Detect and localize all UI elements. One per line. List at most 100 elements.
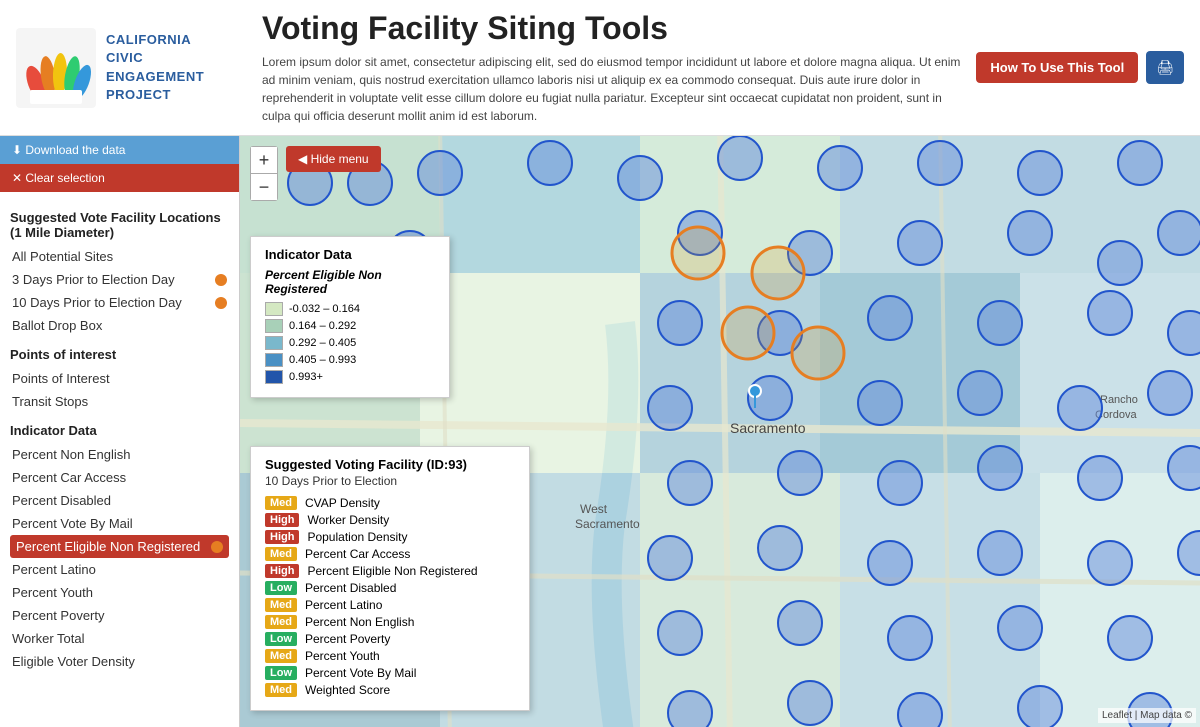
facility-metric-label: Percent Car Access [305, 547, 410, 561]
active-dot [211, 541, 223, 553]
indicator-items: Percent Non EnglishPercent Car AccessPer… [10, 443, 229, 673]
download-button[interactable]: ⬇ Download the data [0, 136, 239, 164]
legend-swatch [265, 319, 283, 333]
facility-metric-row: Med Percent Car Access [265, 547, 515, 561]
facility-badge-med: Med [265, 649, 297, 663]
legend-label: 0.292 – 0.405 [289, 337, 356, 349]
facility-popup: Suggested Voting Facility (ID:93) 10 Day… [250, 446, 530, 711]
clear-button[interactable]: ✕ Clear selection [0, 164, 239, 192]
facility-badge-med: Med [265, 496, 297, 510]
legend-swatch [265, 370, 283, 384]
indicator-data-popup: Indicator Data Percent Eligible Non Regi… [250, 236, 450, 398]
sidebar-indicator-worker-total[interactable]: Worker Total [10, 627, 229, 650]
zoom-out-button[interactable]: − [251, 174, 277, 200]
svg-text:Sacramento: Sacramento [730, 420, 806, 436]
sidebar-nav-all-potential[interactable]: All Potential Sites [10, 245, 229, 268]
facility-badge-low: Low [265, 632, 297, 646]
map-attribution: Leaflet | Map data © [1098, 708, 1196, 723]
facility-metric-label: Weighted Score [305, 683, 390, 697]
facility-popup-title: Suggested Voting Facility (ID:93) [265, 457, 515, 472]
legend-swatch [265, 302, 283, 316]
sidebar-indicator-pct-latino[interactable]: Percent Latino [10, 558, 229, 581]
facility-metric-row: LowPercent Disabled [265, 581, 515, 595]
facility-badge-high: High [265, 564, 299, 578]
facility-metric-label: Population Density [307, 530, 407, 544]
active-dot [215, 297, 227, 309]
suggested-title: Suggested Vote Facility Locations (1 Mil… [10, 210, 229, 240]
facility-rows: Med CVAP Density High Worker Density High Pop… [265, 496, 515, 697]
sidebar-nav-3-days[interactable]: 3 Days Prior to Election Day [10, 268, 229, 291]
facility-badge-med: Med [265, 683, 297, 697]
sidebar-indicator-pct-disabled[interactable]: Percent Disabled [10, 489, 229, 512]
facility-badge-high: High [265, 513, 299, 527]
facility-metric-row: Med Percent Non English [265, 615, 515, 629]
facility-badge-low: Low [265, 666, 297, 680]
print-button[interactable]: 🖨 [1146, 51, 1184, 84]
svg-text:Rancho: Rancho [1100, 394, 1138, 406]
svg-text:Sacramento: Sacramento [575, 517, 640, 531]
sidebar-indicator-pct-eligible[interactable]: Percent Eligible Non Registered [10, 535, 229, 558]
facility-metric-label: Percent Latino [305, 598, 382, 612]
facility-metric-row: High Percent Eligible Non Registered [265, 564, 515, 578]
facility-metric-label: Percent Eligible Non Registered [307, 564, 477, 578]
facility-metric-row: Med CVAP Density [265, 496, 515, 510]
legend-row: 0.993+ [265, 370, 435, 384]
facility-metric-label: CVAP Density [305, 496, 380, 510]
poi-items: Points of InterestTransit Stops [10, 367, 229, 413]
legend-row: 0.164 – 0.292 [265, 319, 435, 333]
legend-label: 0.164 – 0.292 [289, 320, 356, 332]
sidebar-indicator-pct-non-english[interactable]: Percent Non English [10, 443, 229, 466]
zoom-controls: + − [250, 146, 278, 201]
sidebar-poi-poi[interactable]: Points of Interest [10, 367, 229, 390]
app-title: Voting Facility Siting Tools [262, 10, 960, 47]
legend-label: 0.993+ [289, 371, 323, 383]
poi-title: Points of interest [10, 347, 229, 362]
legend-row: 0.405 – 0.993 [265, 353, 435, 367]
facility-badge-med: Med [265, 615, 297, 629]
facility-metric-label: Percent Non English [305, 615, 414, 629]
logo-area: California Civic Engagement Project [16, 28, 246, 108]
facility-metric-label: Percent Disabled [305, 581, 396, 595]
facility-badge-med: Med [265, 598, 297, 612]
facility-metric-label: Percent Poverty [305, 632, 390, 646]
sidebar-indicator-pct-poverty[interactable]: Percent Poverty [10, 604, 229, 627]
facility-metric-label: Percent Vote By Mail [305, 666, 416, 680]
legend-row: -0.032 – 0.164 [265, 302, 435, 316]
sidebar-content: Suggested Vote Facility Locations (1 Mil… [0, 192, 239, 681]
map-area[interactable]: Sacramento West Sacramento Rancho Cordov… [240, 136, 1200, 727]
legend-row: 0.292 – 0.405 [265, 336, 435, 350]
hide-menu-button[interactable]: ◀ Hide menu [286, 146, 381, 172]
app-description: Lorem ipsum dolor sit amet, consectetur … [262, 53, 960, 125]
sidebar-indicator-pct-youth[interactable]: Percent Youth [10, 581, 229, 604]
legend-rows: -0.032 – 0.164 0.164 – 0.292 0.292 – 0.405… [265, 302, 435, 384]
indicator-title: Indicator Data [10, 423, 229, 438]
sidebar-indicator-eligible-voter[interactable]: Eligible Voter Density [10, 650, 229, 673]
facility-metric-row: Low Percent Poverty [265, 632, 515, 646]
facility-metric-row: Med Percent Latino [265, 598, 515, 612]
sidebar-indicator-pct-vote-mail[interactable]: Percent Vote By Mail [10, 512, 229, 535]
sidebar-nav-10-days[interactable]: 10 Days Prior to Election Day [10, 291, 229, 314]
how-to-button[interactable]: How To Use This Tool [976, 52, 1138, 83]
sidebar-poi-transit[interactable]: Transit Stops [10, 390, 229, 413]
facility-metric-row: High Worker Density [265, 513, 515, 527]
facility-metric-row: Med Weighted Score [265, 683, 515, 697]
legend-swatch [265, 353, 283, 367]
facility-metric-label: Worker Density [307, 513, 389, 527]
facility-badge-med: Med [265, 547, 297, 561]
zoom-in-button[interactable]: + [251, 147, 277, 173]
sidebar-toolbar: ⬇ Download the data ✕ Clear selection [0, 136, 239, 192]
sidebar-indicator-pct-car-access[interactable]: Percent Car Access [10, 466, 229, 489]
indicator-popup-title: Indicator Data [265, 247, 435, 262]
indicator-popup-legend-title: Percent Eligible Non Registered [265, 268, 435, 296]
sidebar: ⬇ Download the data ✕ Clear selection Su… [0, 136, 240, 727]
facility-badge-high: High [265, 530, 299, 544]
active-dot [215, 274, 227, 286]
sidebar-nav-ballot-drop[interactable]: Ballot Drop Box [10, 314, 229, 337]
logo-text: California Civic Engagement Project [106, 31, 204, 104]
legend-label: -0.032 – 0.164 [289, 303, 360, 315]
facility-popup-subtitle: 10 Days Prior to Election [265, 474, 515, 488]
facility-metric-label: Percent Youth [305, 649, 380, 663]
svg-text:West: West [580, 502, 608, 516]
logo-icon [16, 28, 96, 108]
facility-metric-row: Low Percent Vote By Mail [265, 666, 515, 680]
